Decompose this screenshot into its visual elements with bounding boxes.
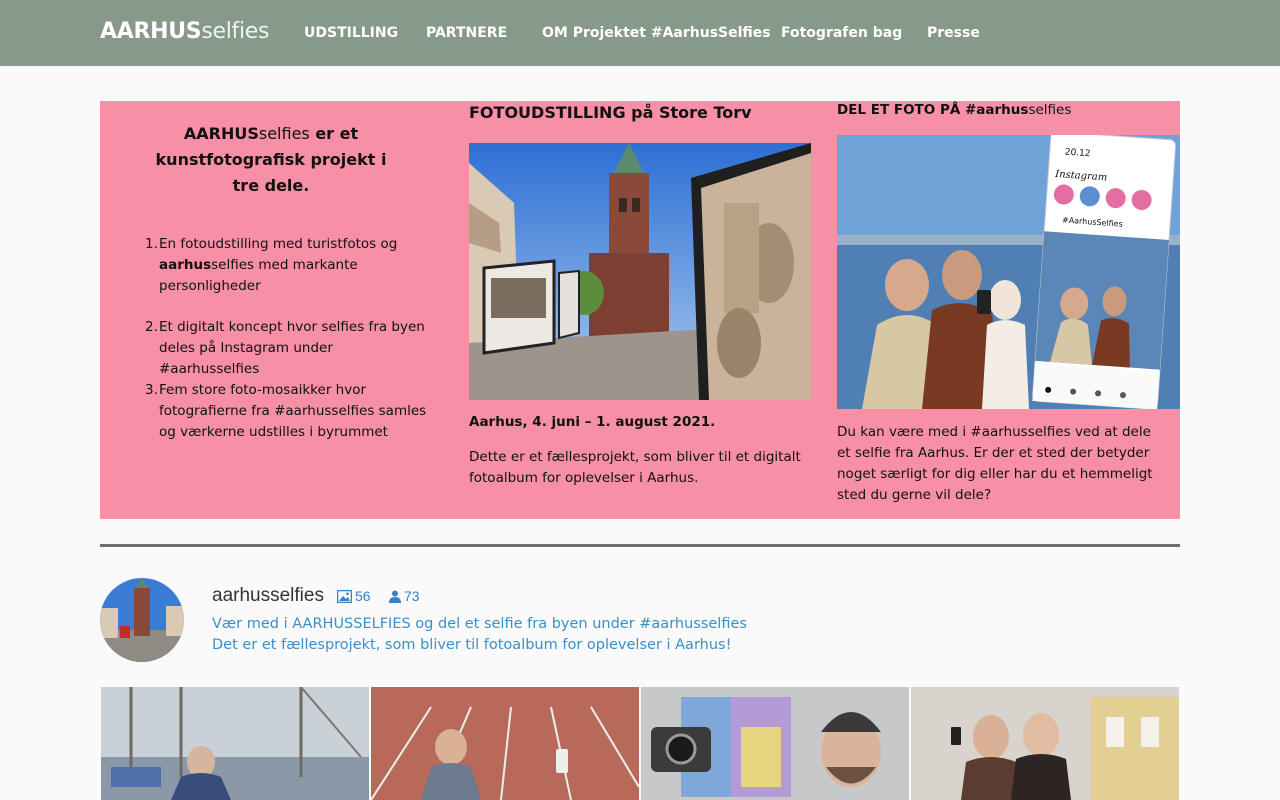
instagram-avatar[interactable] — [100, 578, 184, 662]
instagram-bio: Vær med i AARHUSSELFIES og del et selfie… — [212, 614, 747, 656]
exhibition-text: Dette er et fællesprojekt, som bliver ti… — [469, 449, 801, 486]
share-title-light: selfies — [1028, 102, 1072, 118]
list-text: Fem store foto-mosaikker hvor fotografie… — [159, 382, 427, 440]
project-parts-list: 1. En fotoudstilling med turistfotos og … — [145, 234, 435, 443]
site-logo[interactable]: AARHUSselfies — [100, 19, 270, 44]
nav-udstilling[interactable]: UDSTILLING — [304, 25, 398, 41]
bio-line-1: Vær med i AARHUSSELFIES og del et selfie… — [212, 616, 747, 632]
nav-presse[interactable]: Presse — [927, 25, 980, 41]
nav-partnere[interactable]: PARTNERE — [426, 25, 507, 41]
share-text: Du kan være med i #aarhusselfies ved at … — [837, 424, 1153, 503]
nav-fotografen-bag[interactable]: Fotografen bag — [781, 25, 902, 41]
phone-time: 20.12 — [1064, 147, 1090, 159]
logo-bold: AARHUS — [100, 19, 202, 44]
posts-count-value: 56 — [355, 588, 371, 604]
share-title-bold: DEL ET FOTO PÅ #aarhus — [837, 102, 1029, 118]
followers-count-value: 73 — [404, 588, 420, 604]
section-divider — [100, 544, 1180, 547]
site-header: AARHUSselfies UDSTILLING PARTNERE OM Pro… — [0, 0, 1280, 66]
posts-count: 56 — [337, 588, 371, 604]
list-number: 2. — [145, 319, 158, 335]
instagram-post-thumbnail[interactable] — [371, 687, 639, 800]
exhibition-photo — [469, 143, 811, 400]
list-number: 1. — [145, 236, 158, 252]
intro-title-brand: AARHUS — [183, 124, 259, 143]
list-item: 1. En fotoudstilling med turistfotos og … — [145, 234, 435, 317]
list-item: 3. Fem store foto-mosaikker hvor fotogra… — [145, 380, 435, 443]
list-text: En fotoudstilling med turistfotos og — [159, 236, 398, 252]
instagram-post-thumbnail[interactable] — [641, 687, 909, 800]
nav-om-projektet[interactable]: OM Projektet #AarhusSelfies — [542, 25, 771, 41]
logo-light: selfies — [201, 19, 270, 44]
intro-title-brand-light: selfies — [258, 124, 310, 143]
share-photo: 20.12 Instagram #AarhusSelfies — [837, 135, 1180, 409]
share-title: DEL ET FOTO PÅ #aarhusselfies — [837, 102, 1071, 118]
instagram-username[interactable]: aarhusselfies — [212, 585, 324, 607]
bio-line-2: Det er et fællesprojekt, som bliver til … — [212, 637, 732, 653]
intro-title: AARHUSselfies er et kunstfotografisk pro… — [143, 121, 399, 199]
exhibition-date: Aarhus, 4. juni – 1. august 2021. — [469, 414, 716, 430]
list-number: 3. — [145, 382, 158, 398]
image-icon — [337, 589, 352, 603]
exhibition-title: FOTOUDSTILLING på Store Torv — [469, 103, 752, 122]
list-item: 2. Et digitalt koncept hvor selfies fra … — [145, 317, 435, 380]
user-icon — [389, 590, 401, 603]
list-text-bold: aarhus — [159, 257, 212, 273]
followers-count: 73 — [389, 588, 420, 604]
instagram-post-thumbnail[interactable] — [911, 687, 1179, 800]
instagram-post-thumbnail[interactable] — [101, 687, 369, 800]
list-text: Et digitalt koncept hvor selfies fra bye… — [159, 319, 425, 377]
